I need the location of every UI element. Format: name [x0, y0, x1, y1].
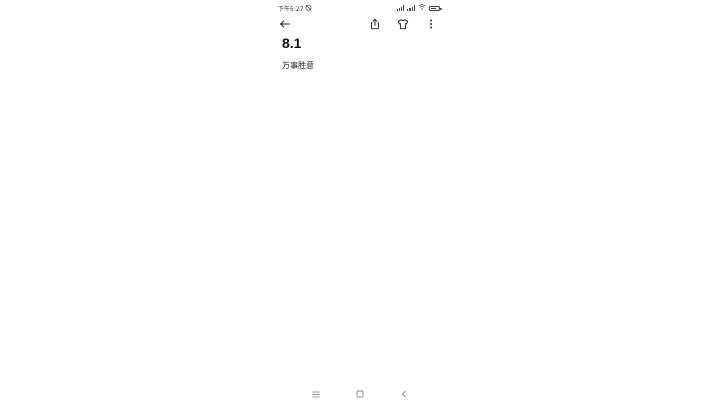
signal-icon [396, 5, 405, 11]
alarm-off-icon [305, 4, 312, 13]
status-left: 下午5:27 [278, 4, 312, 13]
back-arrow-icon[interactable] [278, 17, 292, 31]
back-chevron-icon[interactable] [399, 389, 409, 399]
battery-fill [431, 7, 436, 9]
wifi-icon [418, 4, 426, 12]
shirt-theme-icon[interactable] [396, 17, 410, 31]
status-time: 下午5:27 [278, 5, 304, 13]
app-actions [368, 17, 438, 31]
home-square-icon[interactable] [355, 389, 365, 399]
menu-icon[interactable] [311, 389, 321, 399]
note-body[interactable]: 万事胜意 [282, 60, 314, 71]
app-bar [278, 16, 440, 32]
status-bar: 下午5:27 [278, 2, 442, 14]
signal-icon [407, 5, 415, 11]
more-vertical-icon[interactable] [424, 17, 438, 31]
note-title[interactable]: 8.1 [282, 35, 301, 51]
screen: 下午5:27 8.1 万事胜意 [0, 0, 720, 404]
battery-icon [429, 5, 442, 11]
navigation-bar [0, 387, 720, 401]
share-icon[interactable] [368, 17, 382, 31]
phone-frame: 下午5:27 8.1 万事胜意 [270, 0, 448, 404]
status-right [396, 4, 442, 12]
